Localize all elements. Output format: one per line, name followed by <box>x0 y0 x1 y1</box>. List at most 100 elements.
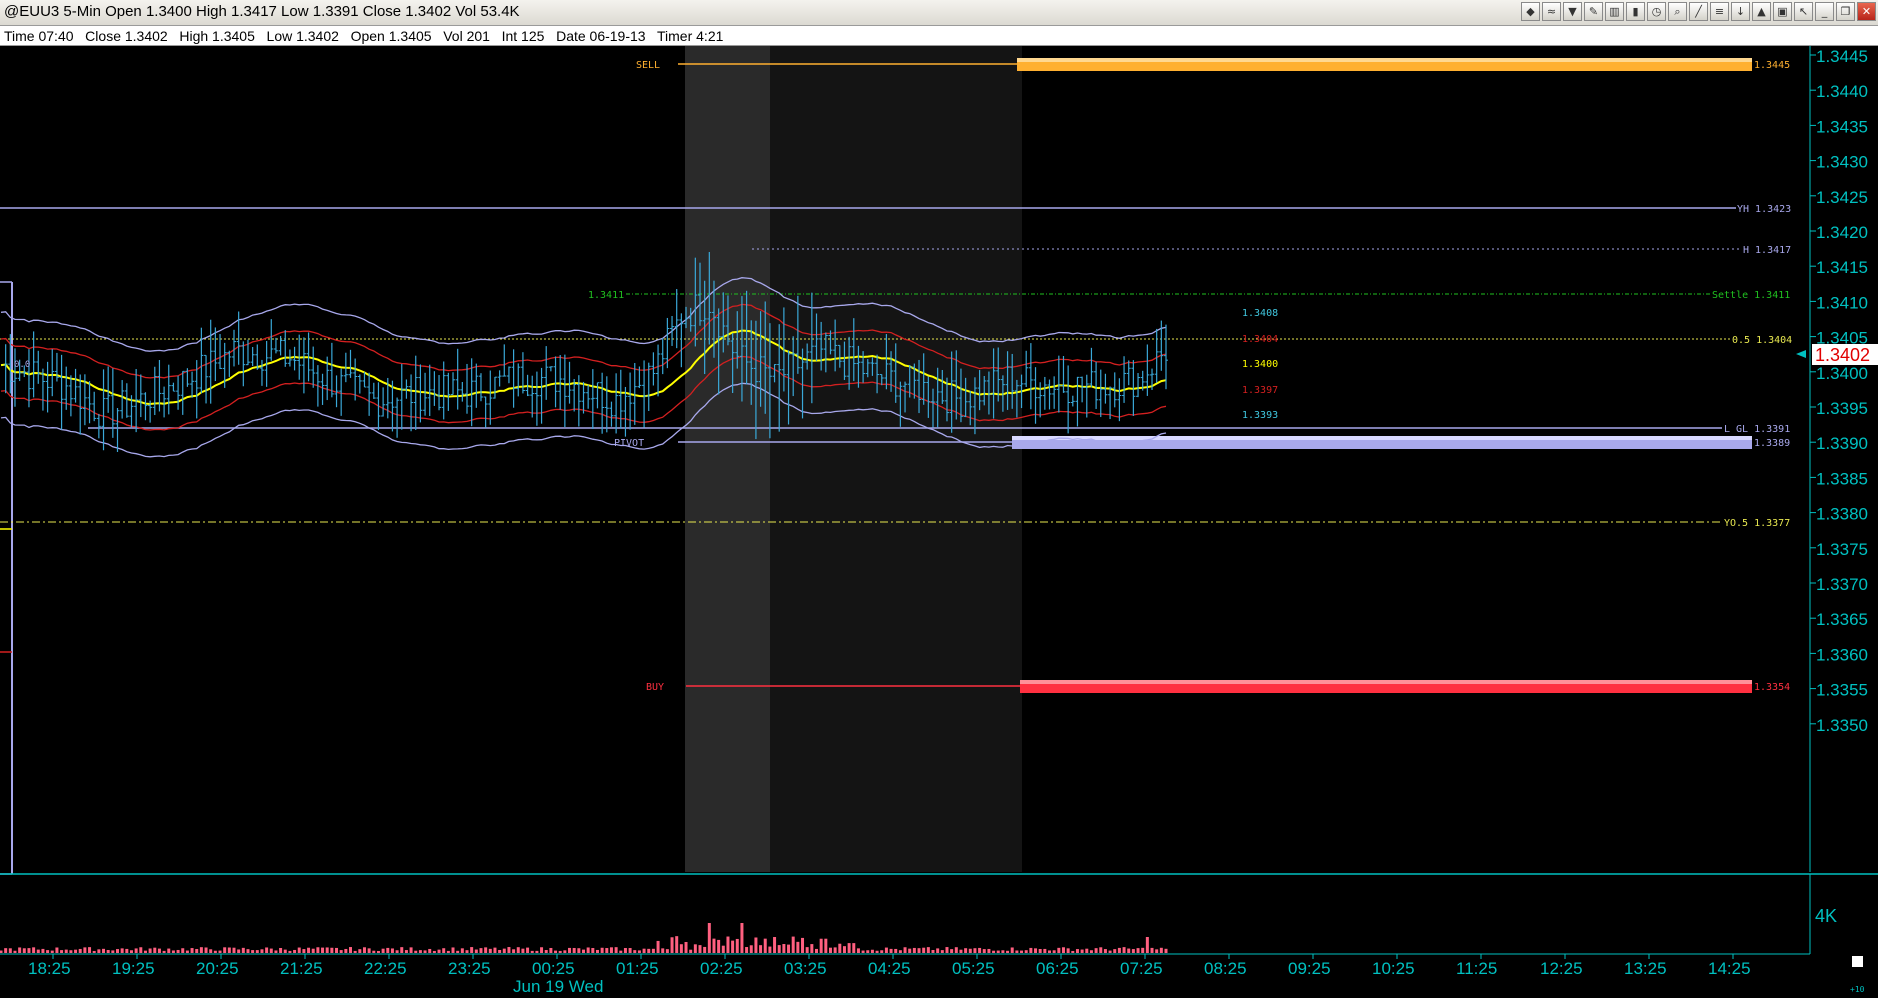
volume-bar <box>185 950 189 953</box>
volume-bar <box>782 944 786 953</box>
bar-chart-icon[interactable]: ▥ <box>1605 2 1624 21</box>
corner-box[interactable] <box>1852 956 1863 967</box>
price-tick-label: 1.3380 <box>1816 505 1868 524</box>
time-tick-label: 02:25 <box>700 959 743 978</box>
volume-bar <box>721 945 725 953</box>
volume-bar <box>8 948 12 953</box>
zoom-icon[interactable]: ⌕ <box>1668 2 1687 21</box>
volume-bar <box>1117 947 1121 953</box>
volume-bar <box>92 950 96 953</box>
candlestick-icon[interactable]: ▮ <box>1626 2 1645 21</box>
volume-bar <box>819 938 823 953</box>
trendline-icon[interactable]: ╱ <box>1689 2 1708 21</box>
volume-bar <box>274 950 278 953</box>
filter-icon[interactable]: ▼ <box>1563 2 1582 21</box>
volume-bar <box>791 936 795 953</box>
clock-icon[interactable]: ◷ <box>1647 2 1666 21</box>
volume-bar <box>213 950 217 953</box>
volume-bar <box>992 950 996 953</box>
volume-bar <box>479 948 483 953</box>
volume-bar <box>344 948 348 953</box>
volume-bar <box>749 945 753 953</box>
time-tick-label: 23:25 <box>448 959 491 978</box>
volume-bar <box>945 947 949 953</box>
close-icon[interactable]: ✕ <box>1857 2 1876 21</box>
volume-bar <box>754 937 758 953</box>
volume-bar <box>889 948 893 953</box>
volume-bar <box>880 950 884 953</box>
volume-bar <box>768 946 772 953</box>
volume-bar <box>1043 948 1047 953</box>
restore-icon[interactable]: ❐ <box>1836 2 1855 21</box>
trash-icon[interactable]: ▣ <box>1773 2 1792 21</box>
volume-bar <box>358 949 362 953</box>
price-tick-label: 1.3400 <box>1816 364 1868 383</box>
volume-bar <box>237 949 241 953</box>
volume-bar <box>1024 950 1028 953</box>
volume-bar <box>302 949 306 953</box>
volume-bar <box>870 949 874 953</box>
volume-bar <box>428 948 432 953</box>
volume-bar <box>856 948 860 953</box>
time-tick-label: 00:25 <box>532 959 575 978</box>
volume-bar <box>64 949 68 953</box>
volume-bar <box>456 950 460 953</box>
price-chart[interactable]: SELL 1.3445 YH 1.3423 H 1.3417 1.3411 Se… <box>0 46 1878 998</box>
volume-bar <box>209 949 213 953</box>
volume-bar <box>936 948 940 953</box>
fib-icon[interactable]: ≡ <box>1710 2 1729 21</box>
volume-bar <box>120 948 124 953</box>
pencil-icon[interactable]: ✎ <box>1584 2 1603 21</box>
pivot-label: PIVOT <box>614 438 644 449</box>
volume-bar <box>0 950 3 953</box>
price-tick-label: 1.3365 <box>1816 610 1868 629</box>
volume-bar <box>670 937 674 953</box>
corner-label: +10 <box>1850 985 1865 994</box>
volume-bar <box>279 947 283 953</box>
indicator-icon[interactable]: ≈ <box>1542 2 1561 21</box>
volume-bar <box>432 950 436 953</box>
volume-bar <box>530 950 534 953</box>
volume-bar <box>488 948 492 953</box>
volume-bar <box>1066 948 1070 953</box>
time-tick-label: 18:25 <box>28 959 71 978</box>
price-tick-label: 1.3445 <box>1816 47 1868 66</box>
price-tick-label: 1.3370 <box>1816 575 1868 594</box>
volume-bar <box>176 949 180 953</box>
volume-bar <box>493 947 497 953</box>
volume-bar <box>647 948 651 953</box>
volume-bar <box>978 947 982 953</box>
time-tick-label: 22:25 <box>364 959 407 978</box>
volume-bar <box>32 947 36 953</box>
marker-icon[interactable]: ▲ <box>1752 2 1771 21</box>
volume-bar <box>996 950 1000 953</box>
volume-bar <box>595 949 599 953</box>
volume-bar <box>204 947 208 953</box>
volume-bar <box>102 948 106 953</box>
time-tick-label: 06:25 <box>1036 959 1079 978</box>
minimize-icon[interactable]: _ <box>1815 2 1834 21</box>
volume-bar <box>684 942 688 953</box>
volume-bar <box>199 947 203 953</box>
volume-bar <box>637 950 641 953</box>
volume-bar <box>22 948 26 953</box>
volume-bar <box>665 949 669 953</box>
down-arrow-icon[interactable]: ↓ <box>1731 2 1750 21</box>
volume-bar <box>195 949 199 953</box>
band-center-label: 1.3400 <box>1242 359 1278 370</box>
data-icon[interactable]: ◆ <box>1521 2 1540 21</box>
price-tick-label: 1.3390 <box>1816 434 1868 453</box>
lgl-label: L GL 1.3391 <box>1724 424 1790 435</box>
volume-bar <box>512 949 516 953</box>
volume-bar <box>1085 948 1089 953</box>
volume-bar <box>143 950 147 953</box>
price-tick-label: 1.3385 <box>1816 469 1868 488</box>
volume-bar <box>1164 948 1168 953</box>
price-tick-label: 1.3350 <box>1816 716 1868 735</box>
volume-bar <box>773 937 777 953</box>
volume-bar <box>866 950 870 953</box>
volume-bar <box>875 950 879 953</box>
band-lower-label: 1.3393 <box>1242 410 1278 421</box>
cursor-icon[interactable]: ↖ <box>1794 2 1813 21</box>
volume-bar <box>651 948 655 953</box>
